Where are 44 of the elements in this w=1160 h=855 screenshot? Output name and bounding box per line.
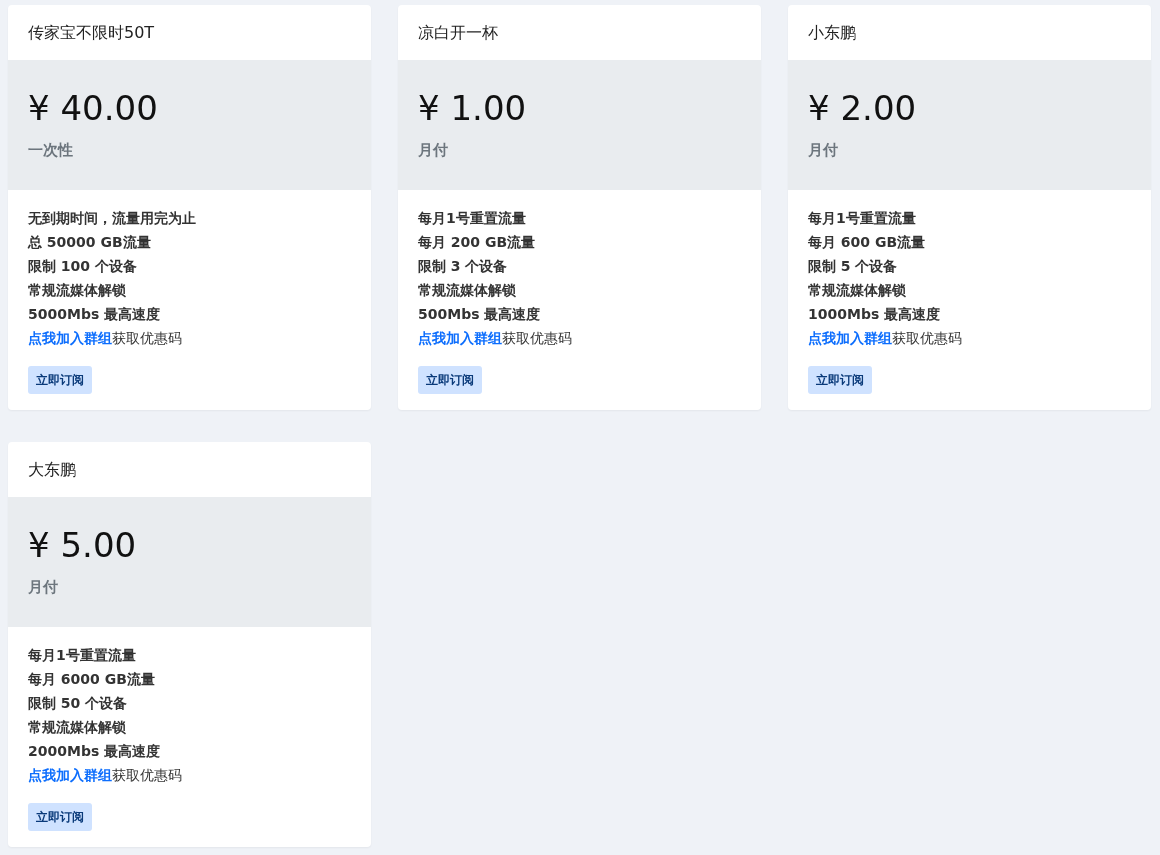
promo-text: 获取优惠码 (112, 767, 182, 783)
billing-period: 月付 (28, 577, 58, 599)
price-text: ¥ 5.00 (28, 527, 137, 565)
feature-text: 限制 50 个设备 (28, 694, 128, 713)
price-text: ¥ 1.00 (418, 90, 527, 128)
subscribe-button[interactable]: 立即订阅 (808, 366, 872, 394)
join-group-link[interactable]: 点我加入群组 (808, 330, 892, 346)
billing-period: 月付 (418, 140, 448, 162)
feature-text: 500Mbs 最高速度 (418, 305, 541, 324)
feature-text: 常规流媒体解锁 (808, 281, 906, 300)
subscribe-button[interactable]: 立即订阅 (28, 803, 92, 831)
feature-text: 1000Mbs 最高速度 (808, 305, 941, 324)
promo-text: 获取优惠码 (112, 330, 182, 346)
feature-text: 每月 600 GB流量 (808, 233, 926, 252)
plan-title: 凉白开一杯 (418, 23, 498, 42)
feature-text: 限制 100 个设备 (28, 257, 137, 276)
subscribe-button[interactable]: 立即订阅 (418, 366, 482, 394)
feature-text: 常规流媒体解锁 (418, 281, 516, 300)
join-group-link[interactable]: 点我加入群组 (28, 767, 112, 783)
feature-text: 总 50000 GB流量 (28, 233, 151, 252)
feature-text: 每月1号重置流量 (808, 209, 916, 228)
feature-text: 常规流媒体解锁 (28, 718, 126, 737)
feature-text: 每月 6000 GB流量 (28, 670, 155, 689)
plan-title: 大东鹏 (28, 460, 76, 479)
promo-text: 获取优惠码 (892, 330, 962, 346)
feature-text: 限制 5 个设备 (808, 257, 898, 276)
subscribe-button[interactable]: 立即订阅 (28, 366, 92, 394)
feature-text: 每月 200 GB流量 (418, 233, 536, 252)
feature-text: 常规流媒体解锁 (28, 281, 126, 300)
feature-text: 每月1号重置流量 (28, 646, 136, 665)
feature-text: 5000Mbs 最高速度 (28, 305, 161, 324)
price-text: ¥ 2.00 (808, 90, 917, 128)
billing-period: 月付 (808, 140, 838, 162)
billing-period: 一次性 (28, 140, 73, 162)
price-text: ¥ 40.00 (28, 90, 158, 128)
join-group-link[interactable]: 点我加入群组 (28, 330, 112, 346)
join-group-link[interactable]: 点我加入群组 (418, 330, 502, 346)
feature-text: 每月1号重置流量 (418, 209, 526, 228)
promo-text: 获取优惠码 (502, 330, 572, 346)
feature-text: 2000Mbs 最高速度 (28, 742, 161, 761)
plan-title: 传家宝不限时50T (28, 23, 155, 42)
feature-text: 限制 3 个设备 (418, 257, 508, 276)
plan-title: 小东鹏 (808, 23, 856, 42)
feature-text: 无到期时间，流量用完为止 (28, 209, 196, 228)
